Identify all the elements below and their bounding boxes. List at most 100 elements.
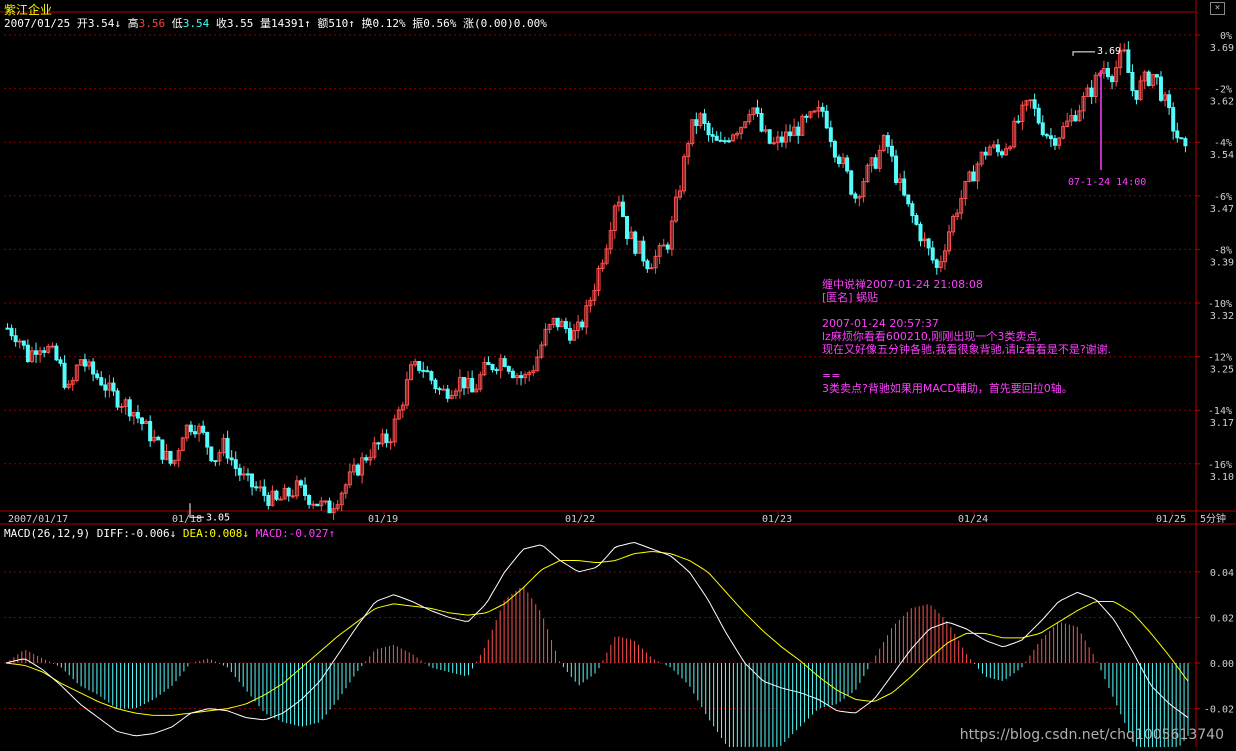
candle-body	[759, 112, 764, 132]
time-marker-label: 07-1-24 14:00	[1068, 177, 1146, 188]
candle-body	[356, 464, 361, 476]
candle-body	[433, 379, 438, 390]
annotation-line: 2007-01-24 20:57:37	[822, 317, 939, 330]
candle-body	[21, 340, 26, 346]
candle-body	[50, 345, 55, 348]
annotation-line: 3类卖点?背驰如果用MACD辅助，首先要回拉0轴。	[822, 382, 1073, 395]
macd-dea: DEA:0.008↓	[182, 527, 250, 540]
quote-field-label: 额	[310, 17, 329, 30]
price-tick-label: 3.54	[1210, 150, 1234, 161]
candle-body	[364, 457, 369, 461]
candle-body	[853, 193, 858, 199]
candle-body	[983, 151, 988, 156]
candle-body	[1179, 137, 1184, 140]
candle-body	[971, 171, 976, 182]
candle-body	[1040, 122, 1045, 136]
candle-body	[140, 417, 145, 425]
candle-body	[519, 375, 524, 379]
candle-body	[278, 498, 283, 501]
candle-body	[702, 113, 707, 124]
quote-field: 涨(0.00)0.00%	[456, 17, 547, 30]
candle-body	[58, 359, 63, 364]
low-marker-label: 3.05	[206, 512, 230, 523]
candle-body	[286, 487, 291, 497]
annotation-line: 现在又好像五分钟各驰,我看很象背驰,请lz看看是不是?谢谢.	[822, 343, 1112, 356]
pct-tick-label: -16%	[1208, 460, 1232, 471]
candle-body	[918, 223, 923, 242]
candle-body	[934, 259, 939, 268]
candle-body	[42, 350, 47, 353]
quote-field-value: 3.54↓	[87, 17, 121, 30]
macd-tick-label: 0.04	[1210, 568, 1234, 579]
price-tick-label: 3.32	[1210, 311, 1234, 322]
candle-body	[168, 450, 173, 464]
price-tick-label: 3.39	[1210, 257, 1234, 268]
candle-body	[298, 480, 303, 486]
candle-body	[311, 503, 316, 506]
pct-tick-label: -4%	[1214, 138, 1232, 149]
candle-body	[103, 384, 108, 391]
candle-body	[25, 344, 30, 362]
candle-body	[99, 377, 104, 386]
candle-body	[1130, 71, 1135, 92]
candle-body	[885, 135, 890, 147]
candle-body	[633, 231, 638, 254]
candle-body	[1183, 138, 1188, 147]
quote-field-value: 3.55	[226, 17, 254, 30]
candle-body	[233, 459, 238, 469]
candle-body	[563, 321, 568, 330]
candle-body	[836, 156, 841, 165]
candle-body	[812, 110, 817, 113]
quote-date: 2007/01/25	[4, 17, 71, 30]
candle-body	[1167, 94, 1172, 109]
candle-body	[1032, 99, 1037, 109]
candle-body	[649, 267, 654, 270]
window-close-icon[interactable]: ×	[1210, 2, 1225, 15]
price-tick-label: 3.69	[1210, 43, 1234, 54]
candle-body	[771, 142, 776, 145]
candle-body	[995, 144, 1000, 153]
candle-body	[889, 145, 894, 157]
quote-field: 换0.12%	[355, 17, 405, 30]
macd-header: MACD(26,12,9) DIFF:-0.006↓ DEA:0.008↓ MA…	[4, 527, 335, 540]
quote-field-label: 高	[120, 17, 139, 30]
pct-tick-label: -14%	[1208, 406, 1232, 417]
candle-body	[906, 194, 911, 205]
price-tick-label: 3.10	[1210, 472, 1234, 483]
pct-tick-label: -2%	[1214, 85, 1232, 96]
candle-body	[13, 335, 18, 343]
annotation-line: ==	[822, 369, 841, 382]
candle-body	[17, 340, 22, 343]
quote-field: 低3.54	[165, 17, 210, 30]
candle-body	[510, 370, 515, 379]
candle-body	[201, 425, 206, 433]
candle-body	[930, 247, 935, 261]
candle-body	[188, 424, 193, 433]
candle-body	[824, 110, 829, 129]
candle-body	[82, 359, 87, 367]
quote-field-value: 0.56%	[423, 17, 457, 30]
quote-field-value: 3.56	[138, 17, 166, 30]
candle-body	[1000, 151, 1005, 156]
candle-body	[555, 317, 560, 328]
candle-body	[303, 484, 308, 496]
candle-body	[445, 388, 450, 399]
candle-body	[767, 129, 772, 144]
quote-field-value: 510↑	[328, 17, 355, 30]
pct-tick-label: -8%	[1214, 245, 1232, 256]
annotation-line	[822, 304, 1111, 317]
candle-body	[127, 399, 132, 417]
candle-body	[804, 115, 809, 118]
candle-body	[820, 106, 825, 112]
candle-body	[625, 215, 630, 239]
pct-tick-label: -6%	[1214, 192, 1232, 203]
dea-line	[5, 551, 1189, 716]
time-axis-label: 01/19	[368, 514, 398, 525]
candle-body	[62, 362, 67, 388]
period-label: 5分钟	[1200, 512, 1226, 525]
candle-body	[796, 126, 801, 136]
quote-field-label: 涨	[456, 17, 474, 30]
candle-body	[441, 388, 446, 391]
price-tick-label: 3.25	[1210, 365, 1234, 376]
candle-body	[1154, 74, 1159, 78]
